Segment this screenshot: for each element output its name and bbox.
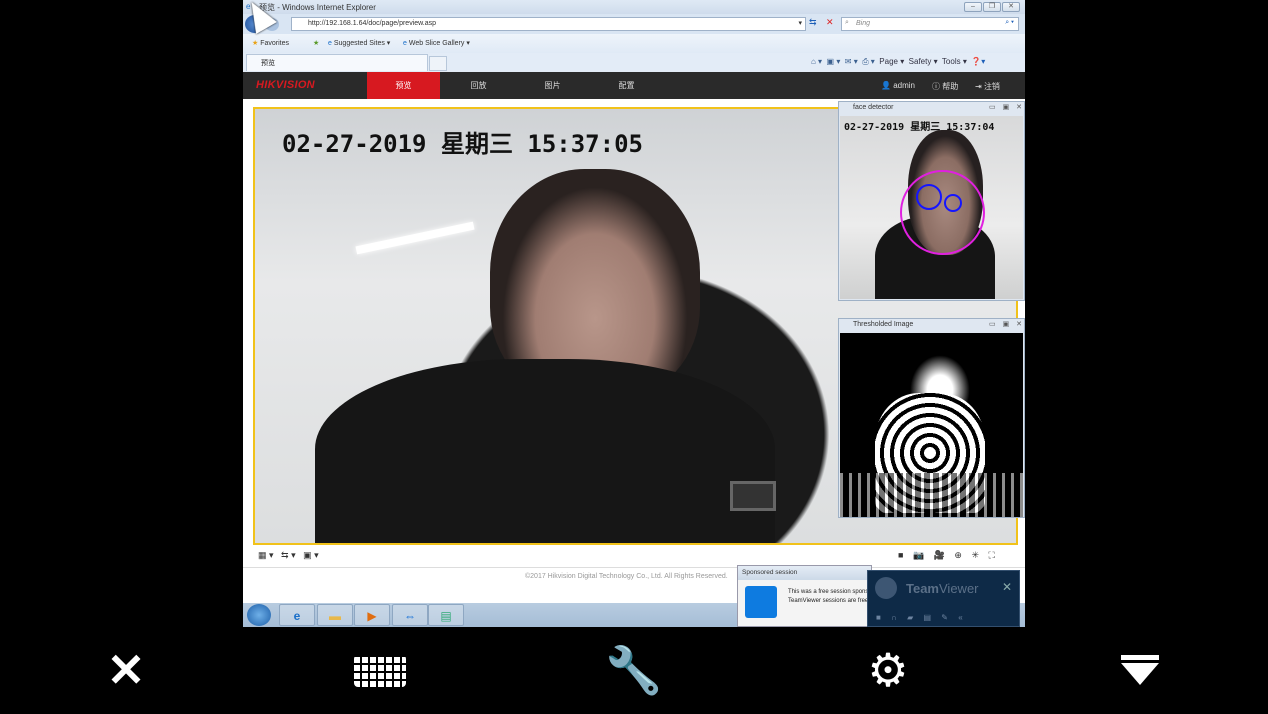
- teamviewer-close-icon[interactable]: ✕: [1002, 580, 1012, 594]
- teamviewer-icon: [875, 577, 897, 599]
- eye-circle-right: [944, 194, 962, 212]
- search-icon: ⌕: [845, 19, 849, 26]
- collapse-icon[interactable]: «: [958, 613, 962, 622]
- gear-icon[interactable]: ⚙: [858, 645, 918, 695]
- keyboard-icon[interactable]: [350, 645, 410, 695]
- suggested-sites-link[interactable]: e Suggested Sites ▾: [328, 39, 390, 47]
- feeds-icon[interactable]: ▣ ▾: [827, 57, 841, 66]
- face-detector-titlebar[interactable]: face detector ▭ ▣ ✕: [839, 102, 1024, 115]
- start-button[interactable]: [247, 604, 271, 626]
- ceiling-light: [355, 221, 475, 255]
- face-circle: [900, 170, 985, 255]
- sponsored-line-1: This was a free session sponsored: [788, 589, 872, 595]
- tools-menu[interactable]: Tools ▾: [942, 57, 967, 66]
- thresholded-image-window[interactable]: Thresholded Image ▭ ▣ ✕: [838, 318, 1025, 518]
- face-osd-timestamp: 02-27-2019 星期三 15:37:04: [844, 122, 995, 133]
- stop-icon[interactable]: ■: [898, 550, 903, 560]
- monitor: [730, 481, 776, 511]
- taskbar-explorer[interactable]: ▬: [317, 604, 353, 626]
- window-title: 预览 - Windows Internet Explorer: [259, 3, 376, 12]
- print-icon[interactable]: ⎙ ▾: [862, 57, 875, 66]
- logout-link[interactable]: ⇥ 注销: [975, 81, 1000, 92]
- user-menu[interactable]: 👤 admin: [881, 81, 915, 90]
- headset-icon[interactable]: ∩: [891, 613, 897, 622]
- footer-copyright: ©2017 Hikvision Digital Technology Co., …: [525, 573, 728, 580]
- teamviewer-toolbar: ■ ∩ ▰ ▤ ✎ «: [876, 613, 963, 622]
- user-icon: 👤: [881, 81, 891, 90]
- record-icon[interactable]: 🎥: [934, 550, 945, 560]
- nav-preview[interactable]: 预览: [367, 72, 440, 99]
- safety-menu[interactable]: Safety ▾: [909, 57, 938, 66]
- thresholded-image: [840, 333, 1023, 517]
- face-detector-window[interactable]: face detector ▭ ▣ ✕ 02-27-2019 星期三 15:37…: [838, 101, 1025, 301]
- refresh-button[interactable]: ⇆: [809, 17, 817, 28]
- star-icon: ★: [252, 40, 259, 47]
- url-input[interactable]: http://192.168.1.64/doc/page/preview.asp…: [291, 17, 806, 31]
- remote-screen[interactable]: e 预览 - Windows Internet Explorer – ❐ ✕ h…: [243, 0, 1025, 627]
- ie-titlebar: e 预览 - Windows Internet Explorer – ❐ ✕: [243, 0, 1025, 14]
- taskbar-ie[interactable]: e: [279, 604, 315, 626]
- divider: [243, 567, 1025, 568]
- video-icon[interactable]: ■: [876, 613, 881, 622]
- right-controls: ■ 📷 🎥 ⊕ ✳ ⛶: [898, 550, 995, 561]
- ptz-icon[interactable]: ✳: [971, 550, 979, 560]
- hikvision-logo: HIKVISION: [256, 79, 315, 91]
- plugin-select-button[interactable]: ▣ ▾: [303, 550, 319, 560]
- page-menu[interactable]: Page ▾: [879, 57, 904, 66]
- address-bar-row: http://192.168.1.64/doc/page/preview.asp…: [243, 14, 1025, 34]
- logout-icon: ⇥: [975, 82, 982, 91]
- teamviewer-logo-icon: [745, 586, 777, 618]
- window-layout-button[interactable]: ▦ ▾: [258, 550, 274, 560]
- video-osd-timestamp: 02-27-2019 星期三 15:37:05: [282, 130, 643, 158]
- mail-icon[interactable]: ✉ ▾: [845, 57, 858, 66]
- nav-playback[interactable]: 回放: [442, 72, 515, 99]
- minimize-button[interactable]: –: [964, 2, 982, 12]
- sponsored-line-2: TeamViewer sessions are free: [788, 598, 869, 604]
- person-body: [315, 359, 775, 543]
- favorites-button[interactable]: ★ Favorites: [252, 39, 289, 47]
- close-icon[interactable]: ✕: [96, 645, 156, 695]
- home-icon[interactable]: ⌂ ▾: [811, 57, 822, 66]
- teamviewer-panel[interactable]: TeamViewer ✕ ■ ∩ ▰ ▤ ✎ «: [867, 570, 1020, 627]
- teamviewer-name-bold: Team: [906, 581, 939, 596]
- taskbar-app[interactable]: ▤: [428, 604, 464, 626]
- web-slice-gallery-link[interactable]: e Web Slice Gallery ▾: [403, 39, 470, 47]
- browser-tab-preview[interactable]: 预览: [246, 54, 428, 71]
- add-favorite-icon[interactable]: ★: [313, 39, 319, 47]
- info-icon: ⓘ: [932, 82, 940, 91]
- fullscreen-icon[interactable]: ⛶: [989, 550, 995, 560]
- restore-button[interactable]: ❐: [983, 2, 1001, 12]
- stop-button[interactable]: ✕: [826, 17, 834, 28]
- chat-icon[interactable]: ▰: [907, 613, 913, 622]
- zoom-icon[interactable]: ⊕: [954, 550, 962, 560]
- sponsored-title: Sponsored session: [738, 566, 871, 580]
- menu-dropdown-icon[interactable]: [1110, 645, 1170, 695]
- taskbar-teamviewer[interactable]: ⇔: [392, 604, 428, 626]
- thresholded-titlebar[interactable]: Thresholded Image ▭ ▣ ✕: [839, 319, 1024, 332]
- command-bar: ⌂ ▾ ▣ ▾ ✉ ▾ ⎙ ▾ Page ▾ Safety ▾ Tools ▾ …: [811, 57, 985, 67]
- eye-circle-left: [916, 184, 942, 210]
- help-icon[interactable]: ❓▾: [971, 57, 985, 66]
- taskbar-media-player[interactable]: ▶: [354, 604, 390, 626]
- favorites-bar: ★ Favorites ★ e Suggested Sites ▾ e Web …: [243, 34, 1025, 53]
- pen-icon[interactable]: ✎: [941, 613, 948, 622]
- search-input[interactable]: ⌕ Bing ⌕ ▾: [841, 17, 1019, 31]
- close-window-button[interactable]: ✕: [1002, 2, 1020, 12]
- nav-picture[interactable]: 图片: [516, 72, 589, 99]
- face-detector-image: 02-27-2019 星期三 15:37:04: [840, 116, 1023, 299]
- camera-icon[interactable]: 📷: [913, 550, 924, 560]
- stream-type-button[interactable]: ⇆ ▾: [281, 550, 296, 560]
- files-icon[interactable]: ▤: [923, 613, 931, 622]
- left-controls: ▦ ▾ ⇆ ▾ ▣ ▾: [258, 550, 319, 561]
- wrench-icon[interactable]: 🔧: [604, 645, 664, 695]
- teamviewer-name-light: Viewer: [939, 581, 979, 596]
- new-tab-button[interactable]: [429, 56, 447, 71]
- hikvision-navbar: HIKVISION 预览 回放 图片 配置 👤 admin ⓘ 帮助 ⇥ 注销: [243, 72, 1025, 99]
- nav-configuration[interactable]: 配置: [590, 72, 663, 99]
- tab-row: 预览 ⌂ ▾ ▣ ▾ ✉ ▾ ⎙ ▾ Page ▾ Safety ▾ Tools…: [243, 53, 1025, 72]
- sponsored-session-popup[interactable]: Sponsored session This was a free sessio…: [737, 565, 872, 627]
- help-link[interactable]: ⓘ 帮助: [932, 81, 958, 92]
